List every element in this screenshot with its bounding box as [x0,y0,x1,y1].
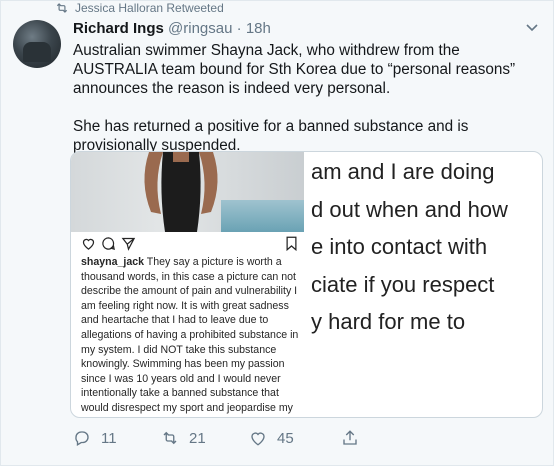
retweet-icon [163,431,177,445]
statement-line: e into contact with [311,234,488,259]
tweet-actions: 11 21 45 [73,429,373,449]
statement-line: y hard for me to [311,309,466,334]
reply-icon [75,431,89,446]
bookmark-icon [286,236,297,251]
caption-text: They say a picture is worth a thousand w… [81,256,299,414]
tweet-card[interactable]: Jessica Halloran Retweeted Richard Ings … [0,0,554,466]
like-button[interactable]: 45 [249,429,294,447]
instagram-actions [81,236,297,252]
statement-image-text: am and I are doing d out when and how e … [311,152,542,341]
send-icon [121,237,136,251]
instagram-photo [71,152,304,232]
share-button[interactable] [341,429,359,447]
retweet-notice: Jessica Halloran Retweeted [55,1,224,15]
tweet-paragraph: Australian swimmer Shayna Jack, who with… [73,42,516,97]
reply-count: 11 [101,429,117,447]
retweet-count: 21 [189,429,206,447]
heart-icon [82,238,95,250]
author-handle[interactable]: @ringsau [168,20,232,37]
like-count: 45 [277,429,294,447]
statement-line: d out when and how [311,196,508,222]
tweet-paragraph: She has returned a positive for a banned… [73,118,469,154]
separator: · [236,20,242,37]
author-name[interactable]: Richard Ings [73,20,164,37]
caption-username: shayna_jack [81,256,145,268]
chevron-down-icon[interactable] [525,23,539,33]
tweet-time[interactable]: 18h [246,20,271,37]
retweet-icon [56,3,68,13]
statement-line: am and I are doing [311,159,495,184]
like-icon [251,432,265,446]
pool-background [221,200,304,232]
statement-line: ciate if you respect [311,271,495,297]
swimmer-figure [144,152,218,232]
attached-image[interactable]: shayna_jack They say a picture is worth … [70,151,543,418]
comment-icon [102,237,115,251]
instagram-caption: shayna_jack They say a picture is worth … [81,255,299,416]
retweet-notice-text[interactable]: Jessica Halloran Retweeted [75,1,224,15]
share-icon [343,430,357,445]
tweet-header: Richard Ings @ringsau · 18h [73,20,271,37]
reply-button[interactable]: 11 [73,429,117,447]
avatar[interactable] [13,20,61,68]
retweet-button[interactable]: 21 [161,429,206,447]
